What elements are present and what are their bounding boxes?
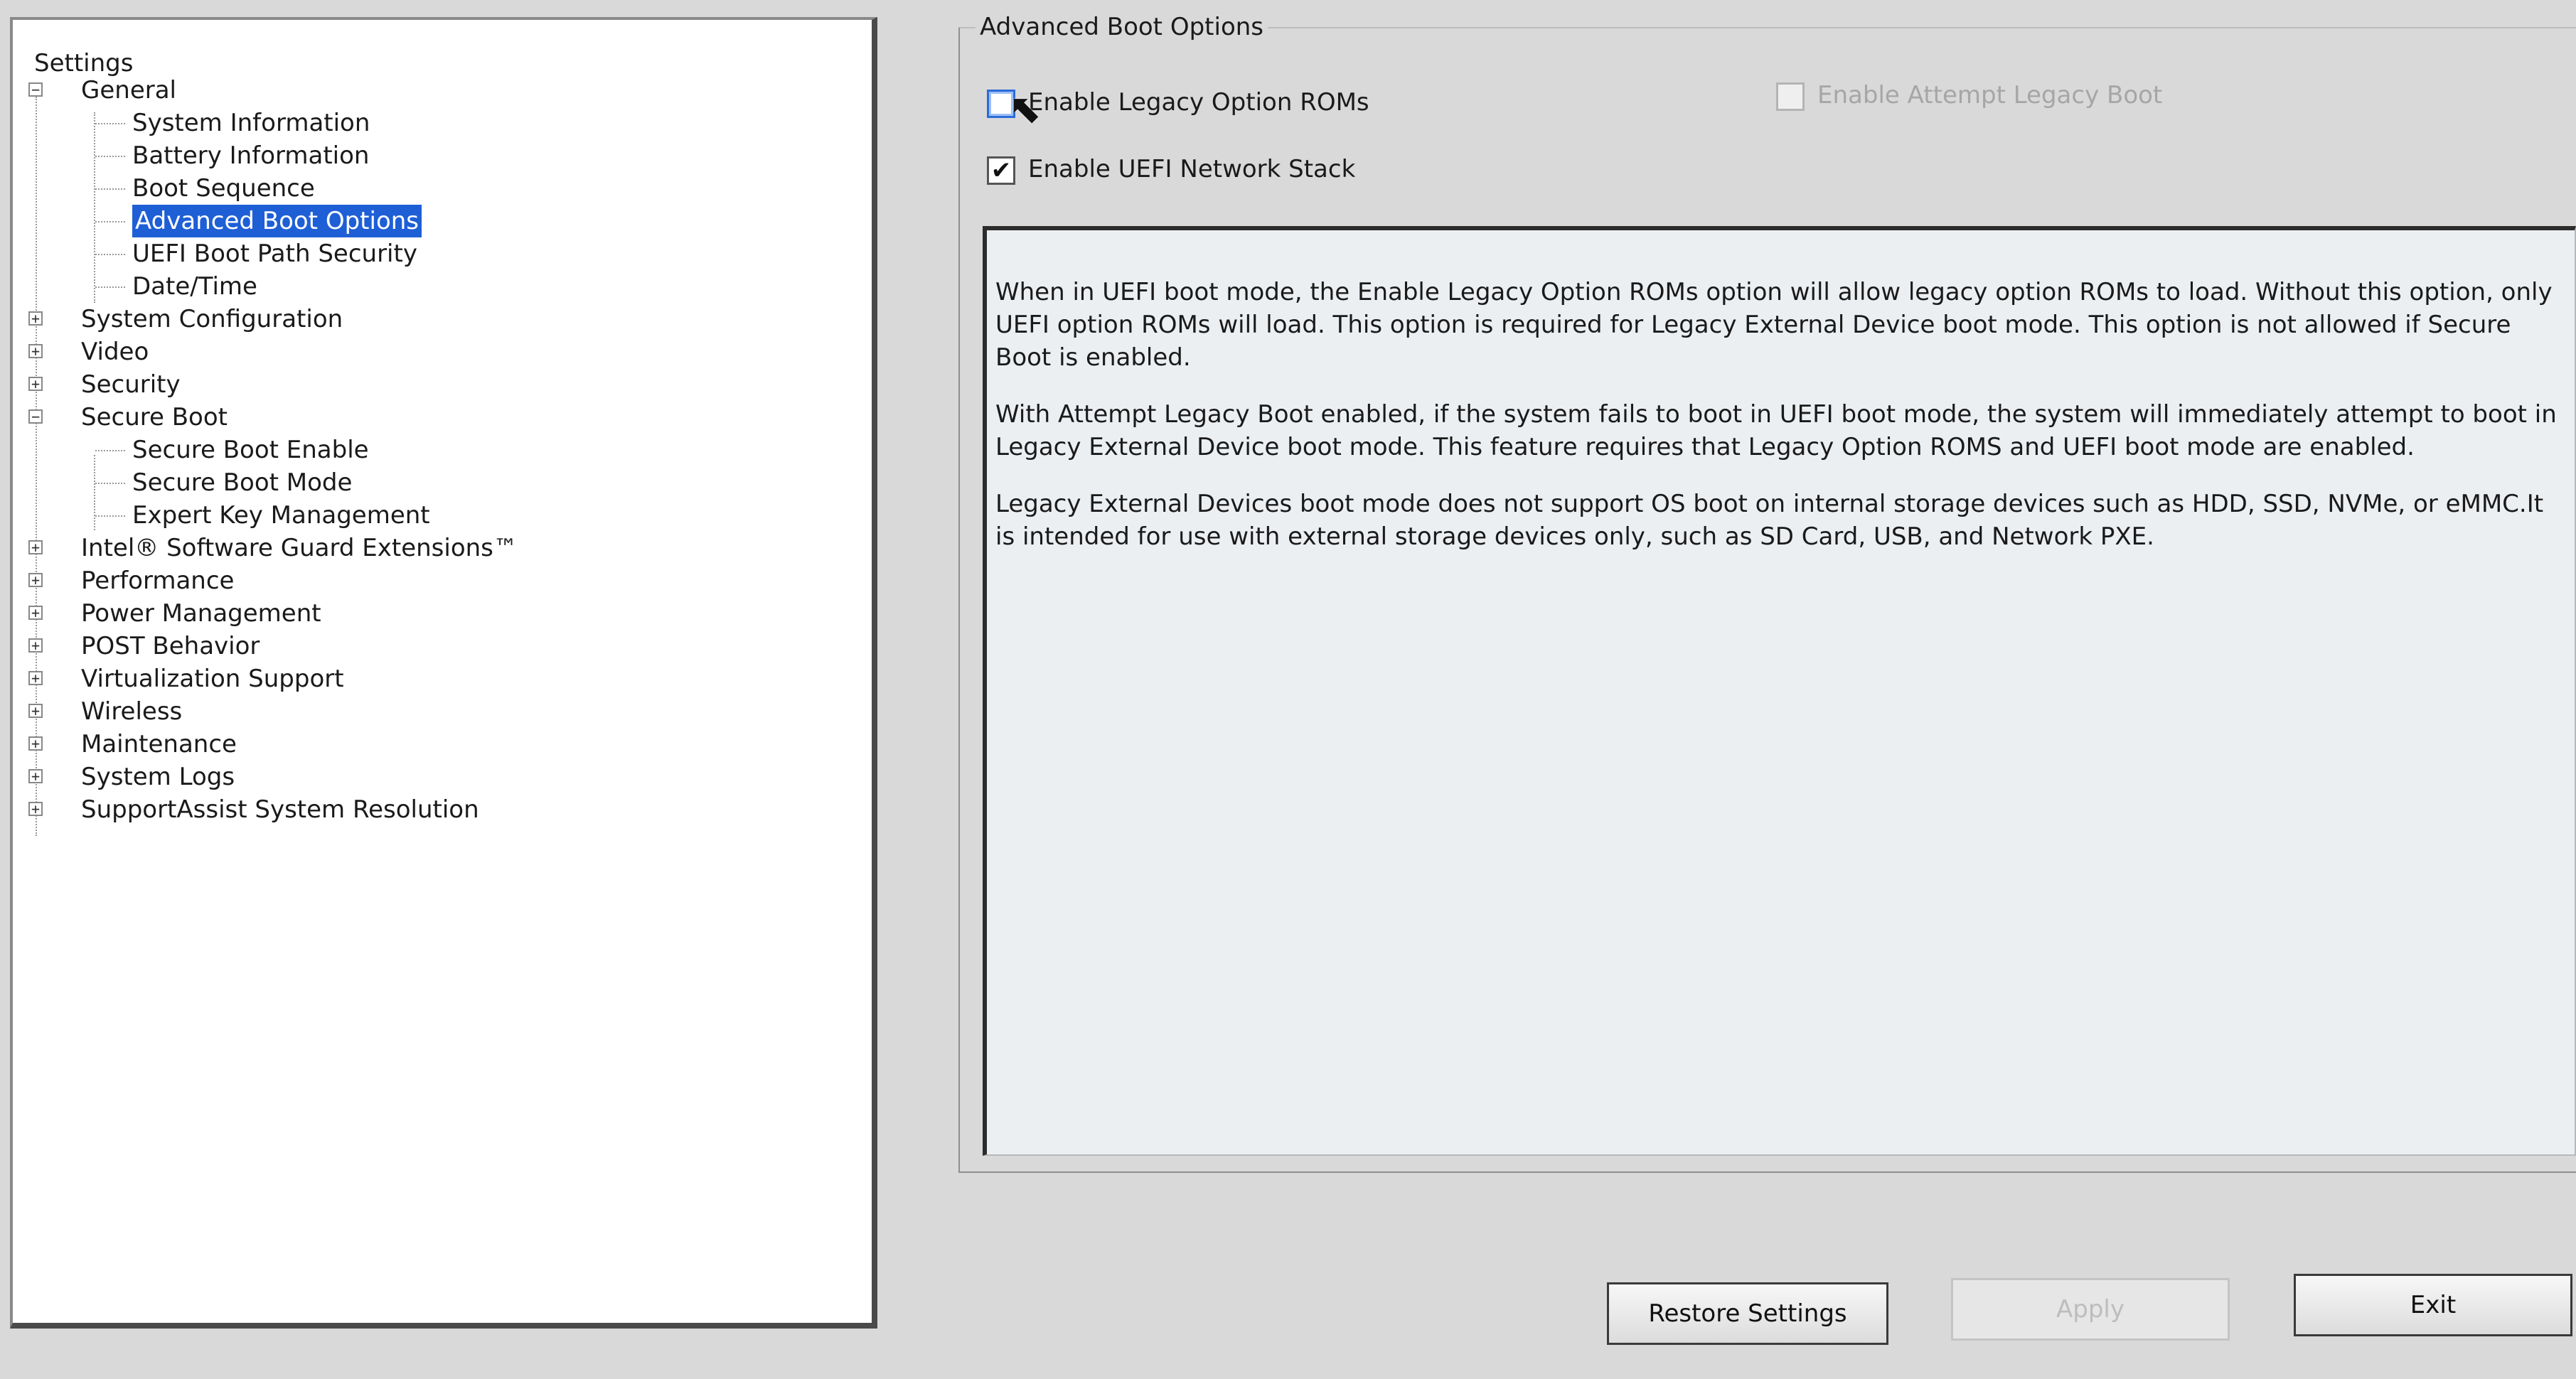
tree-item-label: SupportAssist System Resolution (81, 795, 479, 824)
tree-item-label: Power Management (81, 599, 321, 628)
tree-guide-top (36, 97, 37, 836)
uefi-network-stack-label: Enable UEFI Network Stack (1028, 155, 1356, 183)
apply-button: Apply (1951, 1278, 2230, 1341)
expand-icon[interactable]: + (28, 704, 43, 718)
expand-icon[interactable]: + (28, 344, 43, 358)
tree-item-label: Security (81, 370, 181, 399)
expand-icon[interactable]: + (28, 638, 43, 653)
expand-icon[interactable]: + (28, 802, 43, 816)
tree-item-label: General (81, 76, 176, 104)
collapse-icon[interactable]: − (28, 82, 43, 97)
uefi-network-stack-checkbox[interactable]: ✔ (987, 156, 1015, 185)
help-paragraph-external-devices: Legacy External Devices boot mode does n… (995, 490, 2544, 551)
tree-connector (95, 254, 125, 255)
mouse-cursor-icon: ⬉ (1008, 86, 1042, 132)
tree-guide-general (94, 112, 95, 303)
tree-item-label: System Information (132, 109, 370, 137)
tree-connector (95, 188, 125, 190)
tree-connector (95, 450, 125, 451)
tree-item-label: Secure Boot (81, 403, 228, 431)
exit-button[interactable]: Exit (2294, 1274, 2572, 1336)
legacy-option-roms-label: Enable Legacy Option ROMs (1028, 88, 1369, 117)
attempt-legacy-boot-label: Enable Attempt Legacy Boot (1817, 81, 2163, 109)
tree-connector (95, 221, 125, 222)
restore-settings-button[interactable]: Restore Settings (1607, 1282, 1888, 1345)
tree-item-label-selected: Advanced Boot Options (132, 205, 422, 237)
tree-item-label: Intel® Software Guard Extensions™ (81, 534, 518, 562)
legacy-option-roms-option[interactable]: Enable Legacy Option ROMs (987, 85, 1369, 119)
tree-item-label: Video (81, 338, 149, 366)
tree-connector (95, 156, 125, 157)
collapse-icon[interactable]: − (28, 409, 43, 424)
tree-item-label: POST Behavior (81, 632, 260, 660)
tree-item-label: Date/Time (132, 272, 257, 301)
tree-item-label: Boot Sequence (132, 174, 315, 203)
attempt-legacy-boot-checkbox (1776, 82, 1805, 111)
tree-item-label: Maintenance (81, 730, 237, 758)
expand-icon[interactable]: + (28, 311, 43, 326)
group-title: Advanced Boot Options (976, 11, 1268, 43)
tree-item-label: UEFI Boot Path Security (132, 240, 417, 268)
tree-guide-secure-boot (94, 455, 95, 530)
tree-item-label: Performance (81, 567, 235, 595)
attempt-legacy-boot-option: Enable Attempt Legacy Boot (1776, 78, 2162, 112)
tree-item-label: Battery Information (132, 141, 370, 170)
tree-item-label: Virtualization Support (81, 665, 344, 693)
tree-item-label: Secure Boot Mode (132, 468, 353, 497)
help-paragraph-legacy-roms: When in UEFI boot mode, the Enable Legac… (995, 278, 2553, 372)
tree-item-label: Expert Key Management (132, 501, 430, 530)
expand-icon[interactable]: + (28, 606, 43, 620)
expand-icon[interactable]: + (28, 573, 43, 587)
expand-icon[interactable]: + (28, 769, 43, 783)
tree-connector (95, 123, 125, 124)
tree-connector (95, 483, 125, 484)
help-description-box: When in UEFI boot mode, the Enable Legac… (983, 226, 2576, 1156)
expand-icon[interactable]: + (28, 377, 43, 391)
uefi-network-stack-option[interactable]: ✔ Enable UEFI Network Stack (987, 152, 1355, 186)
settings-tree-panel: Settings − General System Information Ba… (10, 17, 877, 1329)
help-paragraph-attempt-legacy: With Attempt Legacy Boot enabled, if the… (995, 400, 2557, 461)
tree-connector (95, 286, 125, 288)
expand-icon[interactable]: + (28, 540, 43, 554)
tree-connector (95, 515, 125, 517)
tree-item-label: Wireless (81, 697, 183, 726)
tree-item-label: System Logs (81, 763, 235, 791)
expand-icon[interactable]: + (28, 671, 43, 685)
tree-item-label: Secure Boot Enable (132, 436, 369, 464)
expand-icon[interactable]: + (28, 736, 43, 751)
tree-item-label: System Configuration (81, 305, 343, 333)
